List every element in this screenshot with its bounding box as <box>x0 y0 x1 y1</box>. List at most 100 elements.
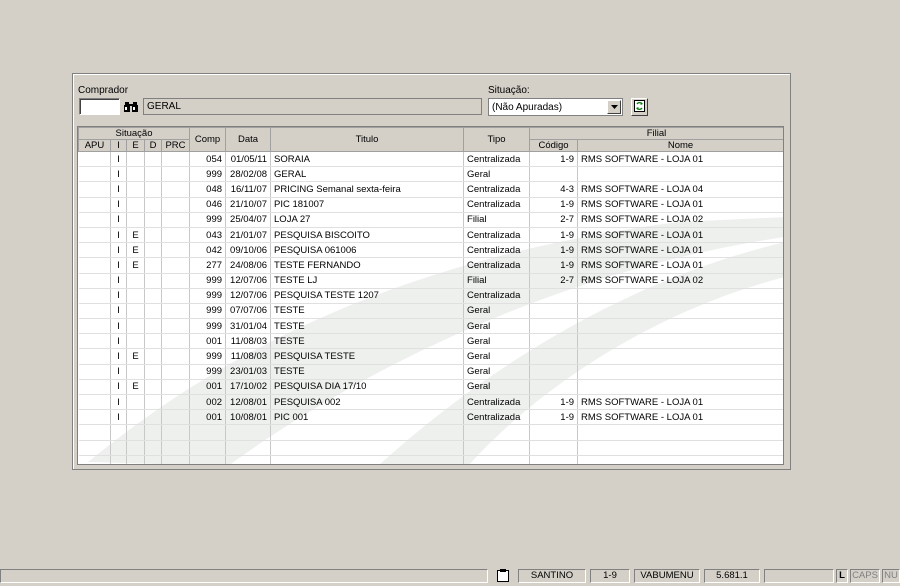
filial-group-header: Filial <box>529 127 783 140</box>
cell-i: I <box>110 166 127 183</box>
chevron-down-icon[interactable] <box>607 100 621 114</box>
cell-apu <box>78 379 111 396</box>
cell-comp: 042 <box>189 242 227 259</box>
refresh-button[interactable] <box>631 98 648 116</box>
table-row[interactable]: I E 043 21/01/07 PESQUISA BISCOITO Centraliza… <box>78 227 783 244</box>
table-row[interactable]: I 046 21/10/07 PIC 181007 Centralizada 1-9 RMS… <box>78 197 783 213</box>
cell-i: I <box>110 333 127 350</box>
table-row[interactable] <box>78 424 783 441</box>
col-d-header[interactable]: D <box>144 139 162 152</box>
situacao-label: Situação: <box>488 85 530 96</box>
table-row[interactable] <box>78 455 783 464</box>
table-row[interactable]: I 048 16/11/07 PRICING Semanal sexta-feira C… <box>78 181 783 198</box>
cell-e <box>126 288 145 304</box>
col-codigo-header[interactable]: Código <box>529 139 579 152</box>
cell-i: I <box>110 303 127 320</box>
cell-prc <box>161 303 191 320</box>
col-nome-header[interactable]: Nome <box>577 139 783 152</box>
table-row[interactable]: I 999 25/04/07 LOJA 27 Filial 2-7 RMS SOFTWARE… <box>78 212 783 228</box>
cell-apu <box>78 151 111 168</box>
cell-data: 10/08/01 <box>225 409 272 426</box>
col-e-header[interactable]: E <box>126 139 145 152</box>
cell-titulo: GERAL <box>270 166 465 183</box>
cell-nome: RMS SOFTWARE - LOJA 02 <box>577 212 783 228</box>
cell-i <box>110 424 127 441</box>
table-row[interactable]: I 999 12/07/06 TESTE LJ Filial 2-7 RMS SOFTWAR… <box>78 273 783 289</box>
cell-comp: 048 <box>189 181 227 198</box>
cell-tipo: Geral <box>463 364 531 380</box>
table-row[interactable]: I 001 10/08/01 PIC 001 Centralizada 1-9 RMS SO… <box>78 409 783 426</box>
cell-tipo: Centralizada <box>463 409 531 426</box>
cell-nome: RMS SOFTWARE - LOJA 01 <box>577 409 783 426</box>
status-program: VABUMENU <box>634 569 700 583</box>
clipboard-icon[interactable] <box>492 569 514 583</box>
table-row[interactable]: I E 999 11/08/03 PESQUISA TESTE Geral <box>78 348 783 365</box>
cell-data <box>225 424 272 441</box>
cell-nome <box>577 424 783 441</box>
situacao-group-header: Situação <box>78 127 191 140</box>
cell-codigo: 1-9 <box>529 394 579 411</box>
table-row[interactable]: I 999 28/02/08 GERAL Geral <box>78 166 783 183</box>
cell-codigo: 2-7 <box>529 273 579 289</box>
col-i-header[interactable]: I <box>110 139 127 152</box>
cell-codigo <box>529 318 579 335</box>
table-row[interactable]: I 001 11/08/03 TESTE Geral <box>78 333 783 350</box>
cell-prc <box>161 364 191 380</box>
refresh-icon <box>634 99 645 115</box>
table-row[interactable]: I 002 12/08/01 PESQUISA 002 Centralizada 1-9 R… <box>78 394 783 411</box>
cell-d <box>144 227 162 244</box>
cell-titulo: LOJA 27 <box>270 212 465 228</box>
cell-titulo: PESQUISA DIA 17/10 <box>270 379 465 396</box>
cell-prc <box>161 227 191 244</box>
cell-data: 07/07/06 <box>225 303 272 320</box>
binoculars-icon[interactable] <box>122 98 140 115</box>
pesquisas-grid[interactable]: Situação Comp Data Titulo Tipo Filial AP… <box>77 126 784 465</box>
cell-apu <box>78 197 111 213</box>
cell-d <box>144 303 162 320</box>
cell-codigo <box>529 348 579 365</box>
cell-tipo: Centralizada <box>463 227 531 244</box>
col-data-header[interactable]: Data <box>225 127 272 152</box>
col-prc-header[interactable]: PRC <box>160 139 191 152</box>
comprador-code-input[interactable] <box>79 98 120 115</box>
col-titulo-header[interactable]: Titulo <box>270 127 465 152</box>
cell-tipo: Centralizada <box>463 394 531 411</box>
situacao-select[interactable]: (Não Apuradas) <box>488 98 623 116</box>
table-row[interactable]: I 054 01/05/11 SORAIA Centralizada 1-9 RMS SOF… <box>78 151 783 168</box>
table-row[interactable]: I 999 07/07/06 TESTE Geral <box>78 303 783 320</box>
table-row[interactable]: I 999 31/01/04 TESTE Geral <box>78 318 783 335</box>
cell-nome <box>577 379 783 396</box>
col-tipo-header[interactable]: Tipo <box>463 127 531 152</box>
cell-prc <box>161 440 191 456</box>
cell-data: 12/07/06 <box>225 288 272 304</box>
cell-comp: 002 <box>189 394 227 411</box>
cell-i: I <box>110 227 127 244</box>
cell-prc <box>161 318 191 335</box>
cell-data: 24/08/06 <box>225 257 272 274</box>
cell-data: 28/02/08 <box>225 166 272 183</box>
cell-titulo: TESTE <box>270 318 465 335</box>
cell-e <box>126 440 145 456</box>
cell-d <box>144 151 162 168</box>
cell-tipo: Centralizada <box>463 257 531 274</box>
table-row[interactable]: I E 001 17/10/02 PESQUISA DIA 17/10 Geral <box>78 379 783 396</box>
cell-d <box>144 394 162 411</box>
cell-i: I <box>110 181 127 198</box>
cell-i: I <box>110 409 127 426</box>
table-row[interactable]: I 999 12/07/06 PESQUISA TESTE 1207 Centraliz… <box>78 288 783 304</box>
table-row[interactable] <box>78 440 783 456</box>
cell-apu <box>78 364 111 380</box>
table-row[interactable]: I E 277 24/08/06 TESTE FERNANDO Centralizada 1… <box>78 257 783 274</box>
status-message-pane <box>0 569 488 583</box>
cell-tipo: Geral <box>463 333 531 350</box>
cell-prc <box>161 379 191 396</box>
cell-i: I <box>110 273 127 289</box>
col-comp-header[interactable]: Comp <box>189 127 227 152</box>
col-apu-header[interactable]: APU <box>78 139 111 152</box>
cell-i: I <box>110 364 127 380</box>
comprador-label: Comprador <box>78 85 129 96</box>
cell-d <box>144 409 162 426</box>
cell-comp: 999 <box>189 348 227 365</box>
table-row[interactable]: I 999 23/01/03 TESTE Geral <box>78 364 783 380</box>
table-row[interactable]: I E 042 09/10/06 PESQUISA 061006 Centralizada… <box>78 242 783 259</box>
